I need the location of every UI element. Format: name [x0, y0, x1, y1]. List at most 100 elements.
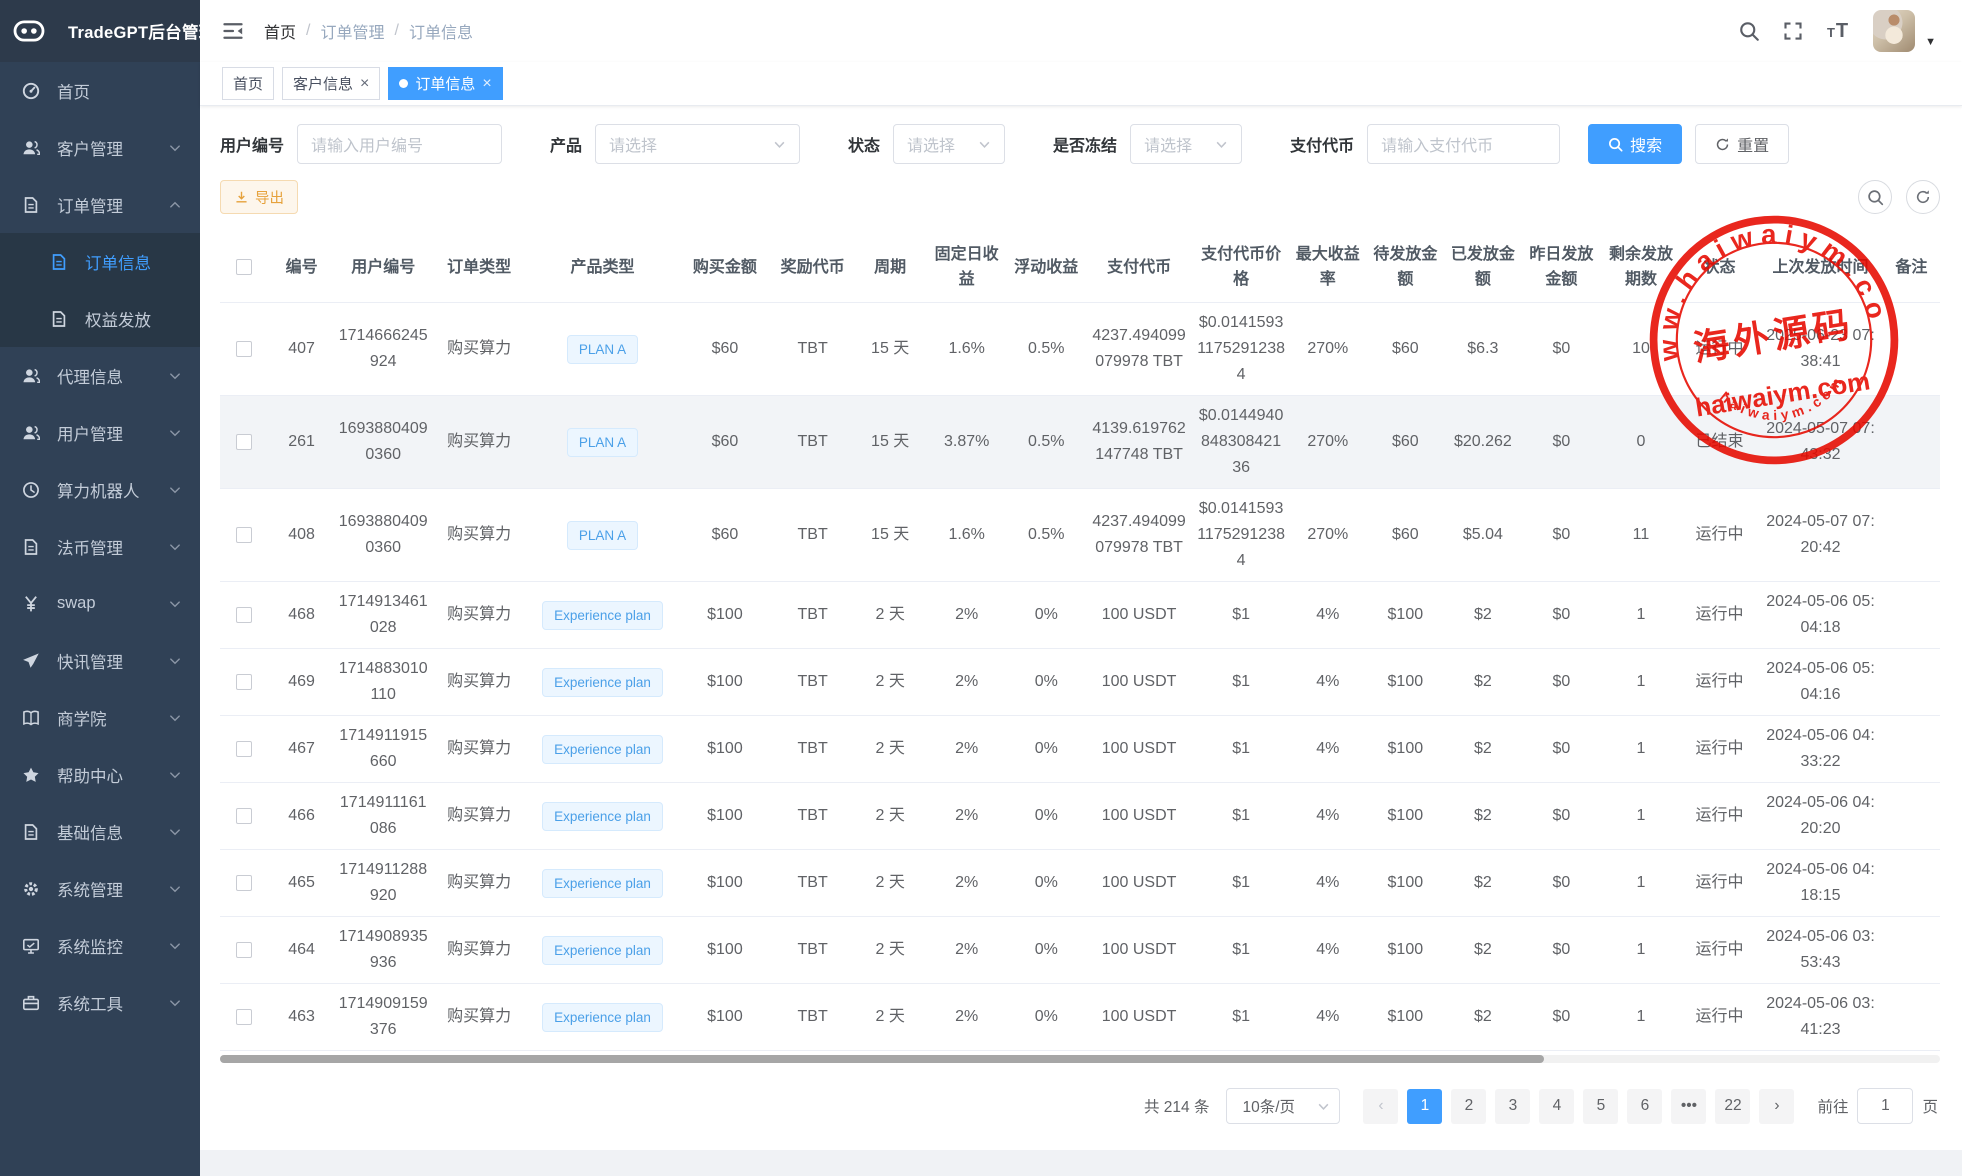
- page-button-2[interactable]: 2: [1451, 1089, 1486, 1124]
- scrollbar-thumb[interactable]: [220, 1055, 1544, 1063]
- tab-label: 客户信息: [293, 73, 353, 94]
- prev-page-button[interactable]: ‹: [1363, 1089, 1398, 1124]
- fullscreen-icon[interactable]: [1783, 21, 1803, 41]
- export-button[interactable]: 导出: [220, 180, 298, 214]
- font-size-icon[interactable]: TT: [1827, 20, 1849, 43]
- row-checkbox[interactable]: [236, 341, 252, 357]
- row-checkbox[interactable]: [236, 434, 252, 450]
- tab-label: 订单信息: [415, 73, 475, 94]
- filter-product-label: 产品: [550, 132, 582, 156]
- row-select-cell: [220, 984, 269, 1051]
- row-checkbox[interactable]: [236, 674, 252, 690]
- sidebar-item-system-tools[interactable]: 系统工具: [0, 974, 200, 1031]
- pay-token-input[interactable]: 请输入支付代币: [1367, 124, 1560, 164]
- cell-reward-token: TBT: [771, 303, 855, 396]
- row-checkbox[interactable]: [236, 875, 252, 891]
- sidebar-item-help-center[interactable]: 帮助中心: [0, 746, 200, 803]
- page-button-3[interactable]: 3: [1495, 1089, 1530, 1124]
- next-page-button[interactable]: ›: [1759, 1089, 1794, 1124]
- sidebar-item-label: 系统工具: [57, 991, 168, 1015]
- goto-page-input[interactable]: 1: [1857, 1088, 1913, 1124]
- sidebar-collapse-icon[interactable]: [222, 21, 244, 41]
- cell-pay-token-price: $1: [1193, 716, 1289, 783]
- sidebar-subitem-order-info[interactable]: 订单信息: [0, 233, 200, 290]
- sidebar-item-news-management[interactable]: 快讯管理: [0, 632, 200, 689]
- sidebar-item-user-management[interactable]: 用户管理: [0, 404, 200, 461]
- product-select[interactable]: 请选择: [595, 124, 800, 164]
- cell-amount: $100: [679, 917, 771, 984]
- sidebar-item-agent-info[interactable]: 代理信息: [0, 347, 200, 404]
- cell-remaining: 0: [1601, 396, 1681, 489]
- topbar: 首页/订单管理/订单信息 TT ▼: [200, 0, 1962, 62]
- cell-plan: PLAN A: [526, 303, 679, 396]
- reset-button[interactable]: 重置: [1695, 124, 1789, 164]
- sidebar-item-basic-info[interactable]: 基础信息: [0, 803, 200, 860]
- chevron-down-icon: [168, 483, 182, 497]
- sidebar-item-label: 基础信息: [57, 820, 168, 844]
- sidebar-item-hashpower-robot[interactable]: 算力机器人: [0, 461, 200, 518]
- tab-order-info[interactable]: 订单信息 ×: [388, 67, 502, 100]
- tab-customer-info[interactable]: 客户信息 ×: [282, 67, 380, 100]
- cell-id: 466: [269, 783, 334, 850]
- cell-yesterday: $0: [1522, 984, 1602, 1051]
- plan-tag: Experience plan: [542, 668, 663, 697]
- search-button[interactable]: 搜索: [1588, 124, 1682, 164]
- sidebar-item-system-monitor[interactable]: 系统监控: [0, 917, 200, 974]
- close-icon[interactable]: ×: [360, 76, 369, 92]
- column-header: 剩余发放期数: [1601, 232, 1681, 303]
- sidebar-item-system-management[interactable]: 系统管理: [0, 860, 200, 917]
- row-checkbox[interactable]: [236, 808, 252, 824]
- cell-id: 468: [269, 582, 334, 649]
- row-checkbox[interactable]: [236, 607, 252, 623]
- page-button-22[interactable]: 22: [1715, 1089, 1750, 1124]
- sidebar-item-customer-management[interactable]: 客户管理: [0, 119, 200, 176]
- cell-yesterday: $0: [1522, 783, 1602, 850]
- breadcrumb-item[interactable]: 首页: [264, 19, 296, 43]
- cell-pending: $60: [1367, 396, 1445, 489]
- cell-id: 465: [269, 850, 334, 917]
- page-button-5[interactable]: 5: [1583, 1089, 1618, 1124]
- row-checkbox[interactable]: [236, 942, 252, 958]
- breadcrumb-item: 订单管理: [320, 19, 384, 43]
- sidebar-item-order-management[interactable]: 订单管理: [0, 176, 200, 233]
- user-avatar[interactable]: [1873, 10, 1915, 52]
- select-all-checkbox[interactable]: [236, 259, 252, 275]
- cell-reward-token: TBT: [771, 716, 855, 783]
- frozen-select[interactable]: 请选择: [1130, 124, 1242, 164]
- sidebar-item-swap[interactable]: swap: [0, 575, 200, 632]
- row-checkbox[interactable]: [236, 1009, 252, 1025]
- column-header: 昨日发放金额: [1522, 232, 1602, 303]
- header-select-all: [220, 232, 269, 303]
- page-button-4[interactable]: 4: [1539, 1089, 1574, 1124]
- document-icon: [50, 253, 72, 271]
- page-button-1[interactable]: 1: [1407, 1089, 1442, 1124]
- search-icon[interactable]: [1739, 21, 1759, 41]
- cell-pay-token-price: $0.014494084830842136: [1193, 396, 1289, 489]
- cell-status: 运行中: [1681, 917, 1759, 984]
- cell-plan: PLAN A: [526, 489, 679, 582]
- users-icon: [22, 139, 44, 157]
- cell-floating: 0.5%: [1007, 303, 1085, 396]
- table-refresh-icon[interactable]: [1906, 180, 1940, 214]
- plan-tag: PLAN A: [567, 335, 638, 364]
- cell-pay-token: 100 USDT: [1085, 984, 1193, 1051]
- sidebar-item-home[interactable]: 首页: [0, 62, 200, 119]
- more-pages-button[interactable]: •••: [1671, 1089, 1706, 1124]
- table-row: 4681714913461028购买算力Experience plan$100T…: [220, 582, 1940, 649]
- close-icon[interactable]: ×: [482, 76, 491, 92]
- sidebar-subitem-rights-issuance[interactable]: 权益发放: [0, 290, 200, 347]
- sidebar-item-business-school[interactable]: 商学院: [0, 689, 200, 746]
- column-header: 奖励代币: [771, 232, 855, 303]
- page-button-6[interactable]: 6: [1627, 1089, 1662, 1124]
- row-checkbox[interactable]: [236, 741, 252, 757]
- page-size-select[interactable]: 10条/页: [1226, 1088, 1340, 1124]
- user-id-input[interactable]: 请输入用户编号: [297, 124, 502, 164]
- cell-floating: 0%: [1007, 850, 1085, 917]
- status-select[interactable]: 请选择: [893, 124, 1005, 164]
- table-search-toggle-icon[interactable]: [1858, 180, 1892, 214]
- row-checkbox[interactable]: [236, 527, 252, 543]
- sidebar-item-fiat-management[interactable]: 法币管理: [0, 518, 200, 575]
- tab-home[interactable]: 首页: [222, 67, 274, 100]
- user-menu-caret-icon[interactable]: ▼: [1925, 36, 1936, 48]
- cell-reward-token: TBT: [771, 582, 855, 649]
